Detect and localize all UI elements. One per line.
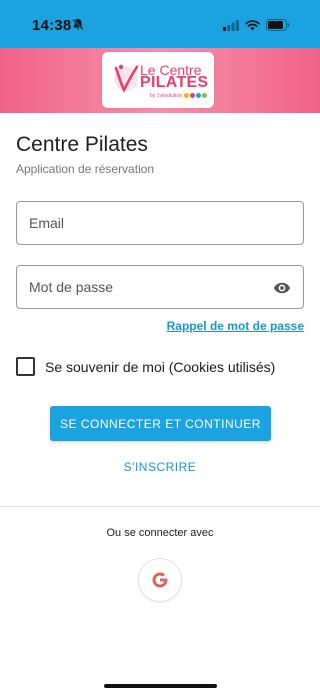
logo-text-line3: by 1vévolution <box>150 93 182 99</box>
pilates-figure-icon <box>114 64 139 93</box>
forgot-password-link[interactable]: Rappel de mot de passe <box>167 319 304 333</box>
email-field[interactable] <box>16 201 304 245</box>
status-time: 14:38 <box>32 17 72 34</box>
connect-button[interactable]: SE CONNECTER ET CONTINUER <box>50 406 271 441</box>
home-indicator <box>104 684 217 688</box>
status-bar: 14:38 <box>0 0 320 48</box>
google-login-button[interactable] <box>138 558 182 602</box>
page-title: Centre Pilates <box>16 133 148 156</box>
page-subtitle: Application de réservation <box>16 162 155 176</box>
password-field[interactable] <box>16 265 304 309</box>
logo-dots <box>184 93 207 98</box>
signal-icon <box>223 19 239 31</box>
bell-off-icon <box>72 18 84 31</box>
signup-button[interactable]: S'INSCRIRE <box>0 460 320 474</box>
brand-logo: Le Centre PILATES by 1vévolution <box>102 52 214 108</box>
eye-icon[interactable] <box>273 279 291 297</box>
social-login-label: Ou se connecter avec <box>106 527 214 539</box>
logo-text-line2: PILATES <box>140 74 209 91</box>
wifi-icon <box>245 19 260 30</box>
divider <box>0 506 320 507</box>
password-input[interactable] <box>17 266 303 308</box>
remember-me-row[interactable]: Se souvenir de moi (Cookies utilisés) <box>16 357 275 376</box>
email-input[interactable] <box>17 202 303 244</box>
google-icon <box>152 572 168 588</box>
remember-me-checkbox[interactable] <box>16 357 35 376</box>
battery-icon <box>266 19 290 31</box>
remember-me-label[interactable]: Se souvenir de moi (Cookies utilisés) <box>45 359 275 375</box>
